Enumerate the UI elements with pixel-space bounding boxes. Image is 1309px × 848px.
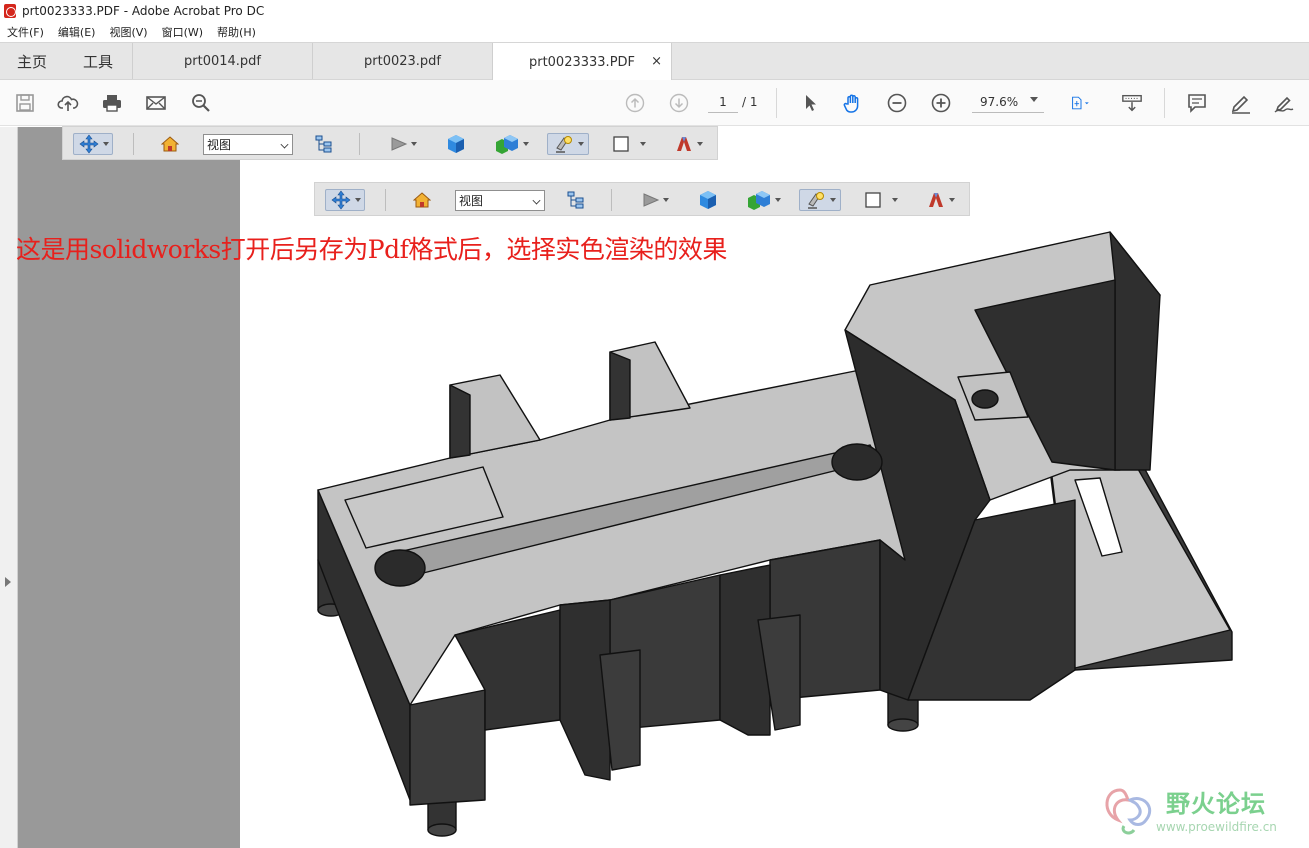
menu-help[interactable]: 帮助(H)	[210, 24, 263, 40]
save-icon[interactable]	[12, 90, 38, 116]
annotation-text: 这是用solidworks打开后另存为Pdf格式后，选择实色渲染的效果	[16, 235, 727, 264]
watermark-title: 野火论坛	[1166, 790, 1266, 818]
play-animation-icon[interactable]	[385, 133, 421, 155]
sign-icon[interactable]	[1271, 90, 1297, 116]
acrobat-pdf-icon	[4, 4, 16, 18]
menu-window[interactable]: 窗口(W)	[155, 24, 210, 40]
email-icon[interactable]	[143, 90, 169, 116]
main-toolbar: / 1 97.6%	[0, 80, 1309, 126]
toolbar-3d-docked: 视图	[62, 126, 718, 160]
fit-page-icon[interactable]	[1063, 90, 1099, 116]
model-tree-icon[interactable]	[313, 133, 335, 155]
tab-document-prt0023[interactable]: prt0023.pdf	[312, 43, 492, 79]
part-solid-render	[317, 231, 1233, 837]
page-down-icon[interactable]	[666, 90, 692, 116]
title-bar: prt0023333.PDF - Adobe Acrobat Pro DC	[0, 0, 1309, 22]
menu-edit[interactable]: 编辑(E)	[51, 24, 103, 40]
expand-panel-icon[interactable]	[5, 577, 11, 587]
tab-label: prt0023.pdf	[364, 53, 441, 69]
print-icon[interactable]	[99, 90, 125, 116]
tab-home[interactable]: 主页	[0, 43, 64, 79]
view-select-value: 视图	[207, 138, 232, 152]
tab-label: prt0023333.PDF	[528, 55, 636, 70]
zoom-value: 97.6%	[980, 94, 1019, 109]
zoom-in-icon[interactable]	[928, 90, 954, 116]
page-up-icon[interactable]	[622, 90, 648, 116]
select-arrow-icon[interactable]	[797, 90, 823, 116]
tab-tools[interactable]: 工具	[64, 43, 132, 79]
window-title: prt0023333.PDF - Adobe Acrobat Pro DC	[22, 4, 265, 18]
hand-icon[interactable]	[840, 90, 866, 116]
highlight-pen-icon[interactable]	[1228, 90, 1254, 116]
rotate-icon[interactable]	[73, 133, 113, 155]
tab-bar: 主页 工具 prt0014.pdf prt0023.pdf prt0023333…	[0, 42, 1309, 82]
page-number-input[interactable]	[708, 91, 738, 113]
watermark-url: www.proewildfire.cn	[1156, 820, 1277, 834]
projection-icon[interactable]	[445, 133, 467, 155]
chevron-down-icon	[280, 140, 289, 149]
lighting-icon[interactable]	[547, 133, 589, 155]
comment-icon[interactable]	[1184, 90, 1210, 116]
menu-bar: 文件(F) 编辑(E) 视图(V) 窗口(W) 帮助(H)	[0, 22, 1309, 42]
view-select[interactable]: 视图	[203, 134, 293, 155]
tab-document-prt0023333[interactable]: prt0023333.PDF ×	[492, 43, 672, 82]
home-view-icon[interactable]	[159, 133, 181, 155]
watermark: 野火论坛 www.proewildfire.cn	[1100, 780, 1305, 840]
tab-label: prt0014.pdf	[184, 53, 261, 69]
zoom-out-icon[interactable]	[884, 90, 910, 116]
toolbar-separator	[1164, 88, 1165, 118]
acrobat-window: prt0023333.PDF - Adobe Acrobat Pro DC 文件…	[0, 0, 1309, 848]
read-mode-icon[interactable]	[1118, 90, 1146, 116]
menu-view[interactable]: 视图(V)	[102, 24, 154, 40]
chevron-down-icon	[1030, 97, 1038, 102]
tab-document-prt0014[interactable]: prt0014.pdf	[132, 43, 312, 79]
toolbar-separator	[776, 88, 777, 118]
search-zoom-icon[interactable]	[188, 90, 214, 116]
close-tab-icon[interactable]: ×	[651, 54, 662, 69]
menu-file[interactable]: 文件(F)	[0, 24, 51, 40]
render-mode-icon[interactable]	[489, 133, 533, 155]
forum-logo-icon	[1105, 788, 1152, 835]
page-total: / 1	[742, 95, 758, 109]
upload-icon[interactable]	[55, 90, 81, 116]
cross-section-icon[interactable]	[669, 133, 707, 155]
zoom-level-select[interactable]: 97.6%	[972, 91, 1044, 113]
background-color-icon[interactable]	[609, 133, 649, 155]
